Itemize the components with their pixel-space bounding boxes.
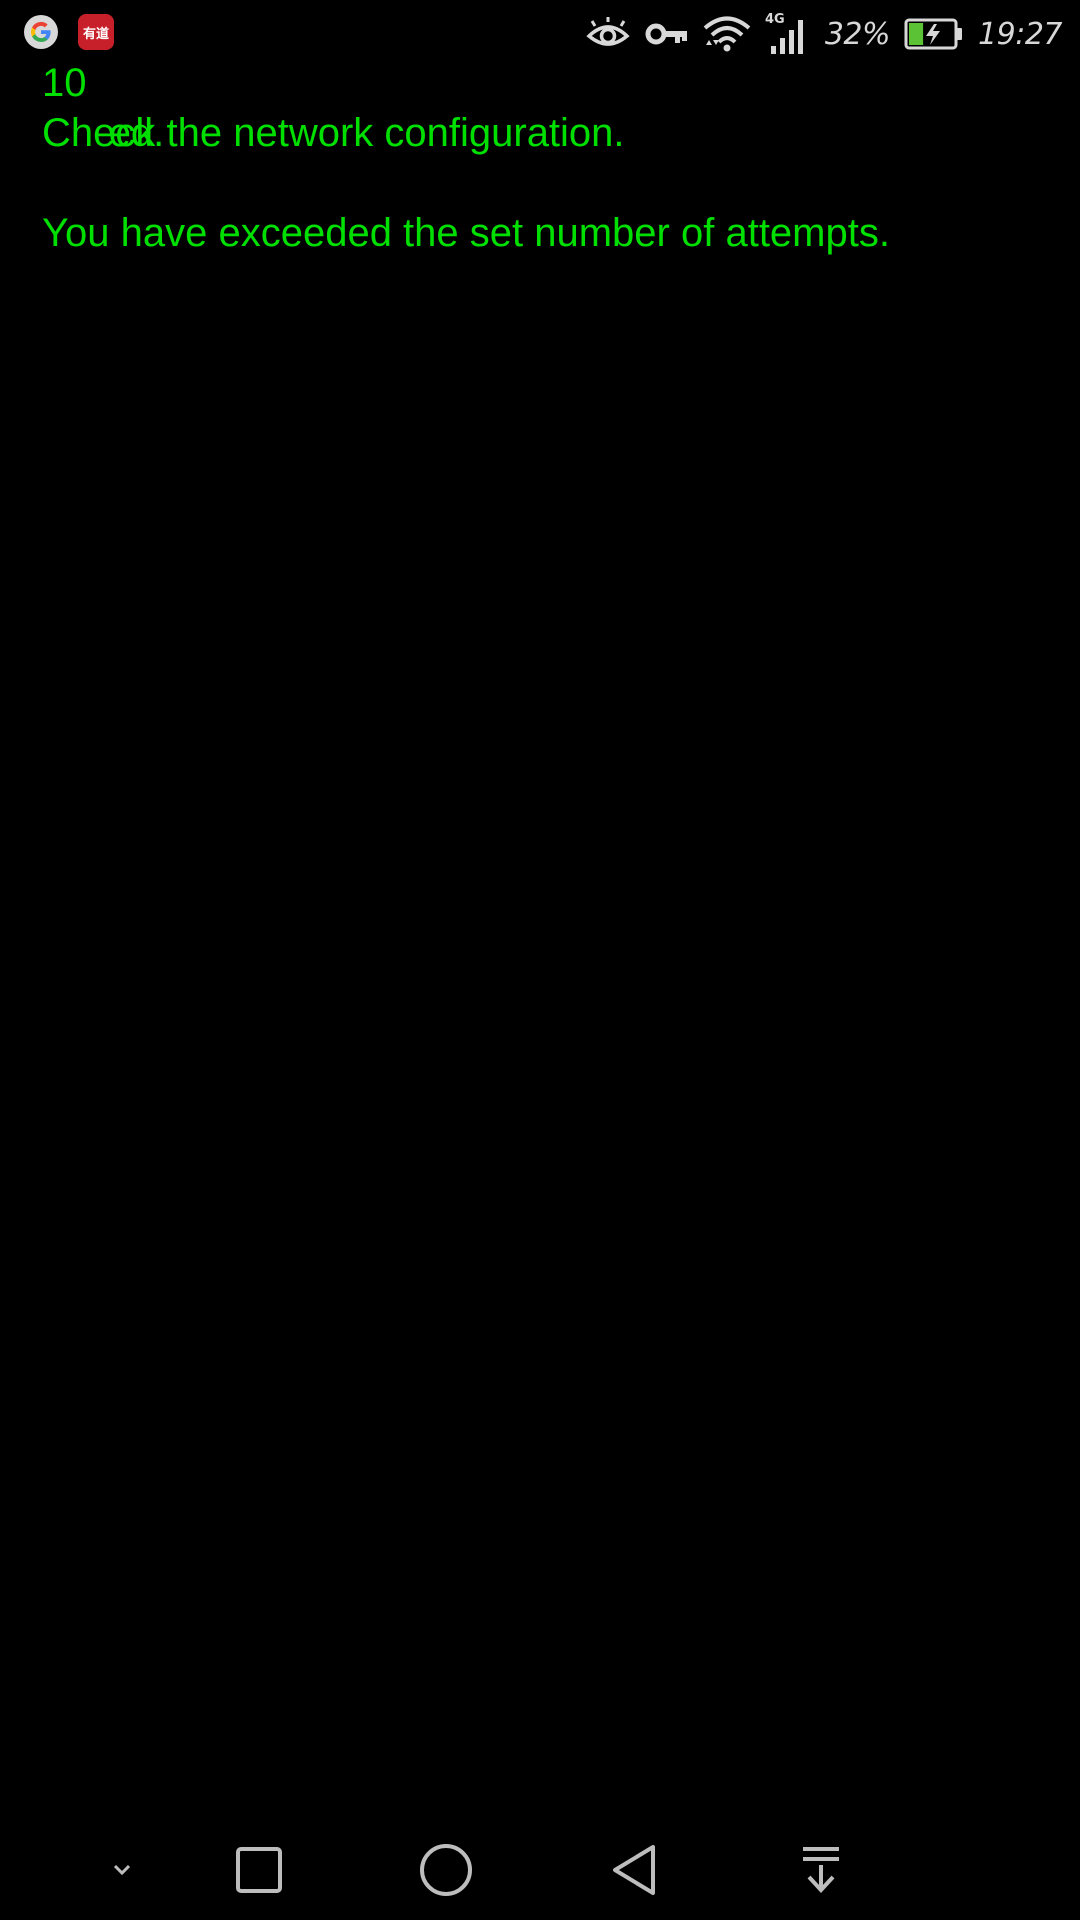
terminal-line-4: You have exceeded the set number of atte…	[42, 211, 890, 255]
back-icon	[613, 1845, 655, 1895]
google-icon	[24, 15, 58, 49]
notifications-pull-button[interactable]	[799, 1845, 843, 1895]
youdao-dict-icon: 有道	[78, 14, 114, 50]
recents-button[interactable]	[234, 1845, 284, 1895]
clock: 19:27	[978, 16, 1062, 52]
youdao-label: 有道	[82, 26, 109, 42]
screen: 有道 4G 32% 19:27 ed. 10 Check the network…	[0, 0, 1080, 1920]
battery-percent: 32%	[824, 16, 891, 52]
back-button[interactable]	[609, 1843, 659, 1897]
status-bar: 有道 4G 32% 19:27	[0, 0, 1080, 66]
terminal-overlap-fragment: 10	[42, 61, 87, 105]
notifications-pull-icon	[803, 1847, 839, 1893]
terminal-output: ed. 10 Check the network configuration. …	[42, 58, 1042, 258]
terminal-line-2: Check the network configuration.	[42, 111, 625, 155]
navigation-bar	[0, 1820, 1080, 1920]
home-icon	[420, 1844, 472, 1896]
eye-comfort-icon	[585, 16, 631, 52]
hide-nav-button[interactable]	[107, 1860, 137, 1880]
battery-charging-icon	[904, 17, 964, 51]
vpn-key-icon	[645, 19, 689, 49]
chevron-down-icon	[113, 1864, 131, 1876]
terminal-line-text: ed.	[108, 111, 165, 155]
terminal-line-1: ed. 10	[42, 58, 1042, 155]
notification-icons: 有道	[24, 14, 114, 50]
network-type-label: 4G	[765, 12, 785, 27]
signal-4g-icon: 4G	[765, 12, 811, 56]
system-status-icons: 4G 32% 19:27	[585, 10, 1062, 58]
home-button[interactable]	[418, 1842, 474, 1898]
recents-icon	[236, 1847, 282, 1893]
wifi-icon	[703, 15, 751, 53]
